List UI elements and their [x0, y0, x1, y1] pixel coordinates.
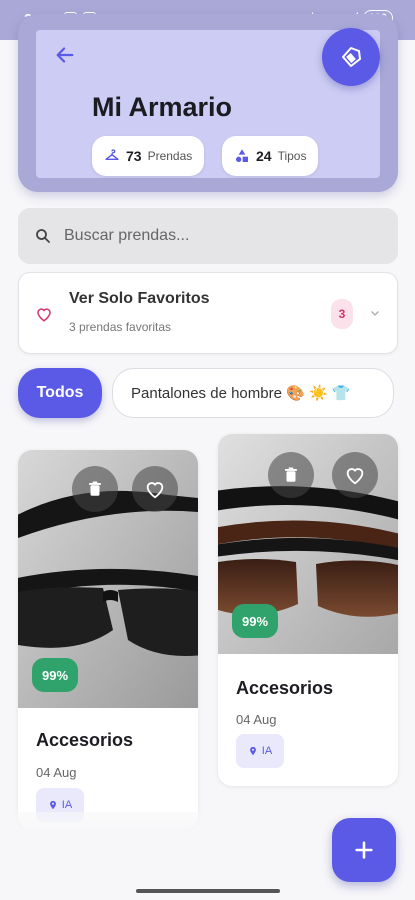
- heart-outline-icon: [346, 468, 364, 485]
- back-button[interactable]: [50, 40, 80, 70]
- ai-badge: IA: [236, 734, 284, 768]
- heart-icon: [37, 308, 51, 322]
- hanger-icon: [105, 149, 119, 160]
- trash-icon: [285, 467, 297, 482]
- stat-chip-tipos: 24 Tipos: [222, 136, 319, 176]
- chevron-down-icon: [371, 311, 379, 316]
- home-indicator[interactable]: [136, 889, 280, 893]
- ai-badge-label: IA: [261, 745, 273, 757]
- trash-icon: [89, 481, 101, 496]
- page-title: Mi Armario: [92, 92, 233, 122]
- shapes-icon: [236, 149, 248, 162]
- location-pin-icon: [49, 800, 56, 810]
- clothing-card[interactable]: 99% Accesorios 04 Aug IA: [218, 434, 398, 786]
- favorite-button[interactable]: [132, 466, 178, 512]
- filter-chip-todos[interactable]: Todos: [18, 368, 102, 418]
- stat-label: Tipos: [277, 149, 307, 163]
- filter-chip-pantalones[interactable]: Pantalones de hombre 🎨 ☀️ 👕: [112, 368, 394, 418]
- card-category: Accesorios: [36, 730, 134, 750]
- favorites-subtitle: 3 prendas favoritas: [69, 320, 172, 334]
- search-bar: [18, 208, 398, 264]
- favorites-toggle[interactable]: Ver Solo Favoritos 3 prendas favoritas 3: [18, 272, 398, 354]
- clothing-card[interactable]: 99% Accesorios 04 Aug IA: [18, 450, 198, 830]
- delete-button[interactable]: [268, 452, 314, 498]
- favorites-title: Ver Solo Favoritos: [69, 290, 210, 307]
- favorites-count-badge: 3: [331, 299, 353, 329]
- tag-icon: [342, 47, 361, 67]
- tag-button[interactable]: [322, 28, 380, 86]
- confidence-badge: 99%: [32, 658, 78, 692]
- stat-count: 24: [256, 148, 272, 164]
- arrow-left-icon: [56, 47, 74, 63]
- confidence-badge: 99%: [232, 604, 278, 638]
- favorite-button[interactable]: [332, 452, 378, 498]
- card-date: 04 Aug: [36, 765, 77, 780]
- delete-button[interactable]: [72, 466, 118, 512]
- ai-badge-label: IA: [61, 799, 73, 811]
- card-date: 04 Aug: [236, 712, 277, 727]
- search-input[interactable]: [64, 227, 364, 245]
- search-icon: [36, 229, 50, 243]
- plus-icon: [355, 841, 373, 859]
- card-category: Accesorios: [236, 678, 334, 698]
- heart-outline-icon: [146, 482, 164, 499]
- stat-count: 73: [126, 148, 142, 164]
- add-item-button[interactable]: [332, 818, 396, 882]
- stat-chip-prendas: 73 Prendas: [92, 136, 205, 176]
- stat-label: Prendas: [147, 149, 193, 163]
- location-pin-icon: [249, 746, 256, 756]
